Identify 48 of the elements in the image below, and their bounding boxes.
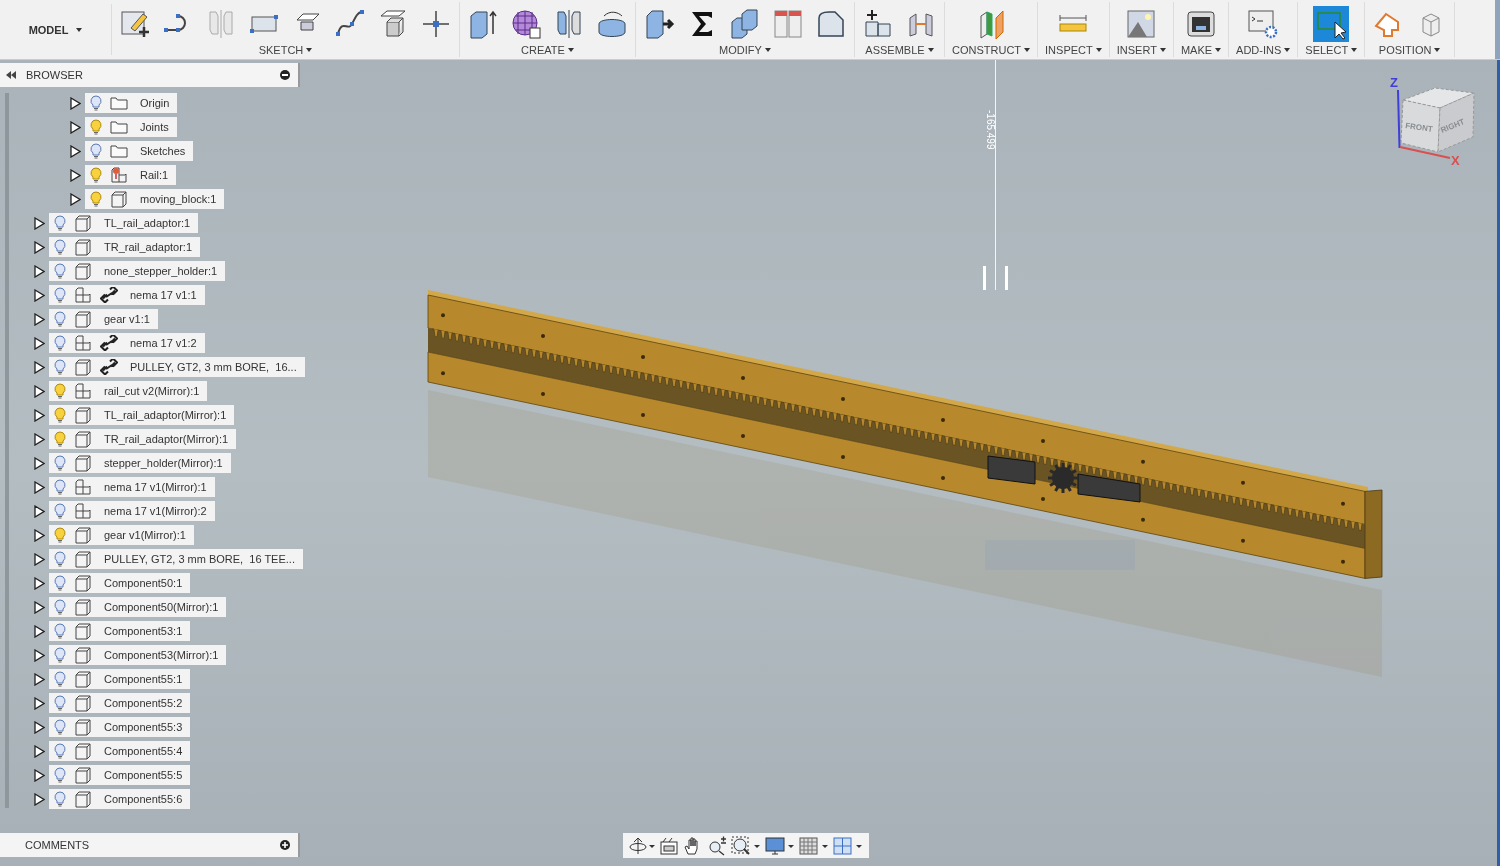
tree-item[interactable]: moving_block:1 (85, 189, 225, 209)
tree-item[interactable]: Component53:1 (49, 621, 191, 641)
tree-item[interactable]: gear v1:1 (49, 309, 158, 329)
tree-item[interactable]: Component50(Mirror):1 (49, 597, 227, 617)
group-menu[interactable]: MODIFY (717, 43, 773, 57)
tree-item[interactable]: Component53(Mirror):1 (49, 645, 227, 665)
tree-item[interactable]: Component55:4 (49, 741, 191, 761)
tree-item[interactable]: Joints (85, 117, 177, 137)
tree-item[interactable]: Component55:6 (49, 789, 191, 809)
group-menu[interactable]: POSITION (1376, 43, 1443, 57)
group-menu[interactable]: ASSEMBLE (863, 43, 936, 57)
tree-item[interactable]: stepper_holder(Mirror):1 (49, 453, 231, 473)
tree-item[interactable]: TL_rail_adaptor:1 (49, 213, 199, 233)
tree-item[interactable]: PULLEY, GT2, 3 mm BORE, 16 TEE... (49, 549, 303, 569)
tree-item[interactable]: TR_rail_adaptor(Mirror):1 (49, 429, 237, 449)
tree-item[interactable]: gear v1(Mirror):1 (49, 525, 194, 545)
tree-item[interactable]: Component55:5 (49, 765, 191, 785)
axis-label: Z (1390, 75, 1398, 90)
dimension-value: -165.499 (985, 110, 996, 150)
group-menu[interactable]: INSPECT (1043, 43, 1104, 57)
tree-item[interactable]: nema 17 v1(Mirror):1 (49, 477, 215, 497)
tree-item[interactable]: rail_cut v2(Mirror):1 (49, 381, 208, 401)
group-menu[interactable]: SKETCH (256, 43, 315, 57)
axis-label: X (1451, 153, 1460, 168)
tree-item[interactable]: none_stepper_holder:1 (49, 261, 226, 281)
tree-item[interactable]: Component55:2 (49, 693, 191, 713)
tree-item[interactable]: nema 17 v1(Mirror):2 (49, 501, 215, 521)
tree-item[interactable]: Rail:1 (85, 165, 177, 185)
tree-item[interactable]: Component55:1 (49, 669, 191, 689)
tree-item[interactable]: TL_rail_adaptor(Mirror):1 (49, 405, 235, 425)
workspace-dropdown[interactable]: MODEL (0, 4, 112, 55)
group-menu[interactable]: CONSTRUCT (950, 43, 1033, 57)
panel-title: BROWSER (26, 69, 84, 81)
tree-item[interactable]: nema 17 v1:1 (49, 285, 205, 305)
cube-face-label: FRONT (1404, 121, 1434, 134)
tree-item[interactable]: Component50:1 (49, 573, 191, 593)
group-menu[interactable]: ADD-INS (1234, 43, 1293, 57)
tree-item[interactable]: Sketches (85, 141, 194, 161)
tree-item[interactable]: nema 17 v1:2 (49, 333, 205, 353)
tree-item[interactable]: PULLEY, GT2, 3 mm BORE, 16... (49, 357, 305, 377)
tree-item[interactable]: TR_rail_adaptor:1 (49, 237, 201, 257)
tree-item[interactable]: Component55:3 (49, 717, 191, 737)
group-menu[interactable]: INSERT (1114, 43, 1168, 57)
panel-title: COMMENTS (25, 839, 91, 851)
group-menu[interactable]: MAKE (1178, 43, 1224, 57)
group-menu[interactable]: SELECT (1303, 43, 1360, 57)
tree-item[interactable]: Origin (85, 93, 178, 113)
group-menu[interactable]: CREATE (519, 43, 576, 57)
